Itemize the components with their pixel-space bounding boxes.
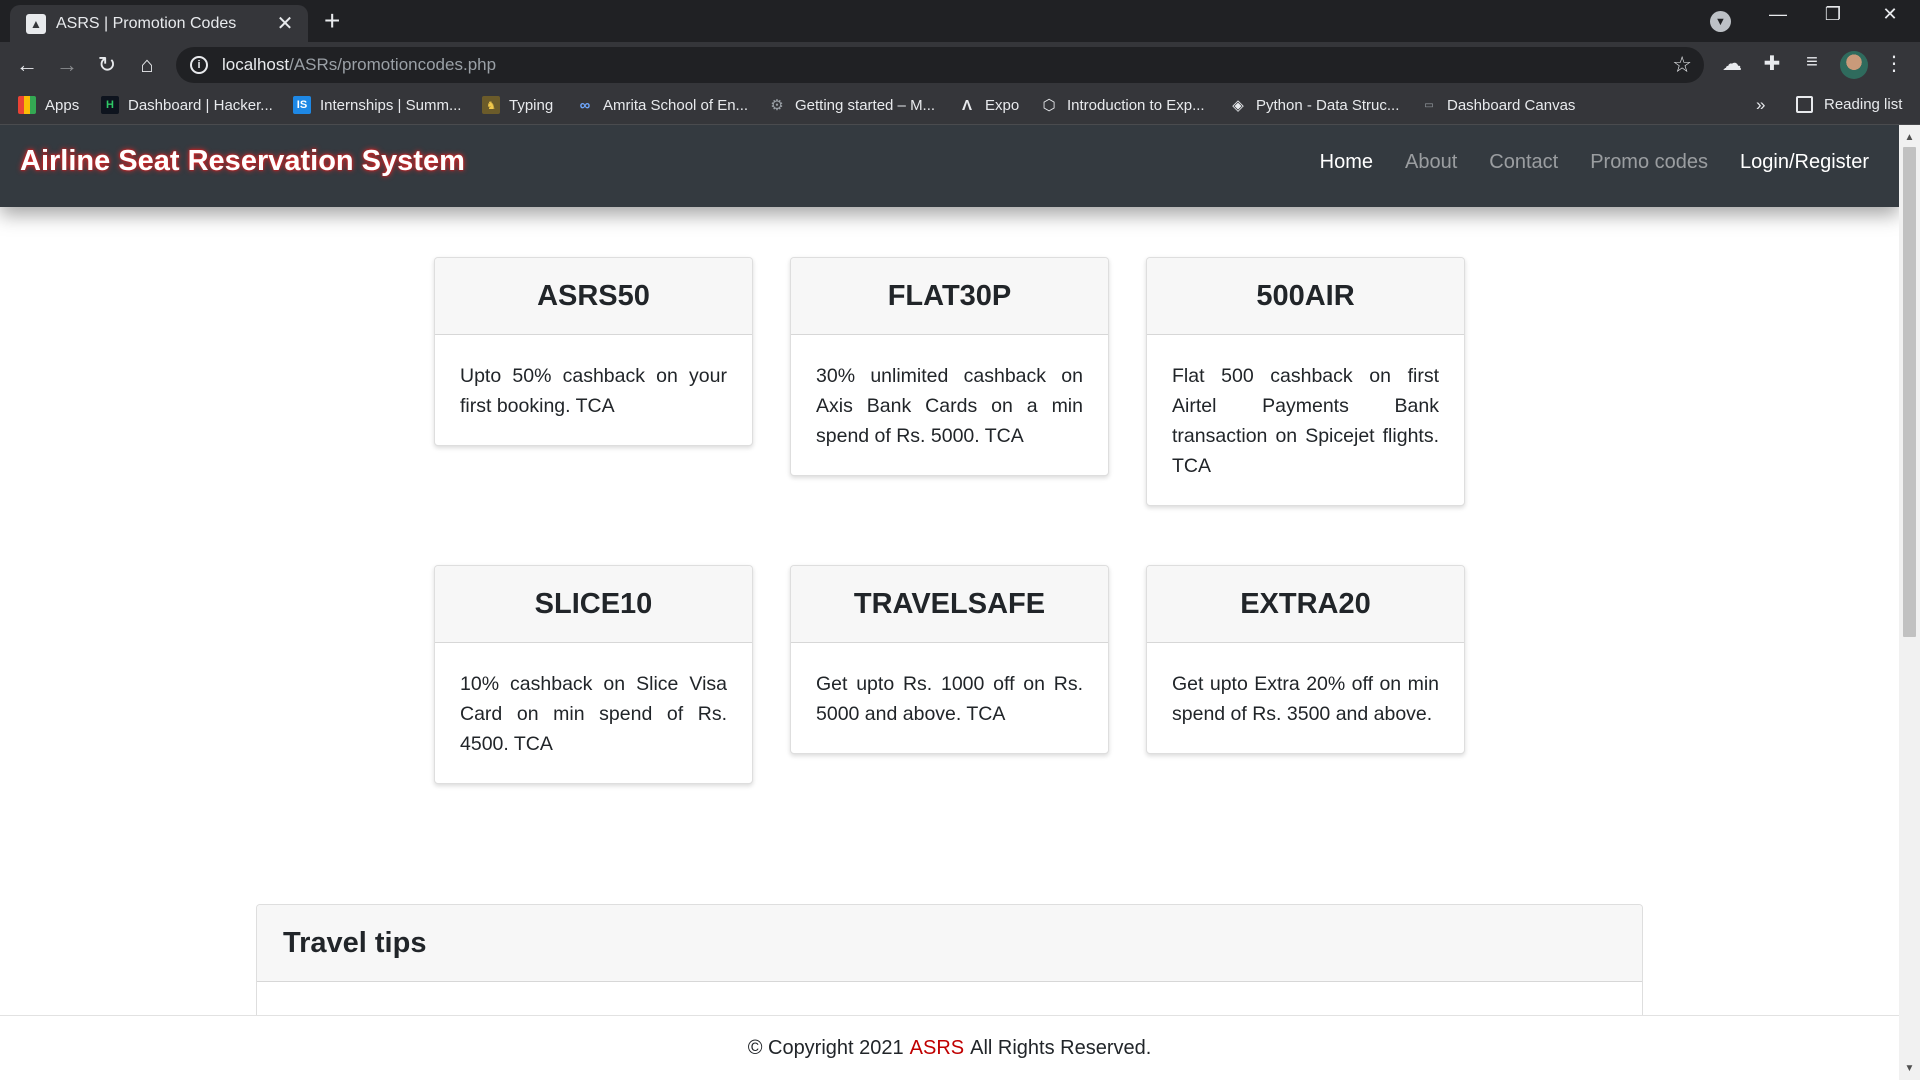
nav-links: Home About Contact Promo codes Login/Reg… [1288,151,1869,174]
site-info-icon[interactable]: i [190,56,208,74]
promo-code: 500AIR [1147,258,1464,335]
profile-avatar[interactable] [1840,51,1868,79]
bookmark-canvas[interactable]: ▭ Dashboard Canvas [1420,96,1575,114]
promo-description: 10% cashback on Slice Visa Card on min s… [460,673,727,755]
extensions-puzzle-icon[interactable]: ✚ [1758,51,1786,76]
bookmark-label: Typing [509,96,554,114]
site-brand[interactable]: Airline Seat Reservation System [20,145,465,178]
reading-list-icon [1796,96,1813,113]
hackerrank-icon: H [101,96,119,114]
extension-cloud-icon[interactable]: ☁ [1718,51,1746,76]
bookmark-star-icon[interactable]: ☆ [1672,52,1692,78]
promo-description: Upto 50% cashback on your first booking.… [460,365,727,417]
gear-icon: ⚙ [770,97,784,114]
apps-grid-icon [18,96,36,114]
bookmark-hackerrank[interactable]: H Dashboard | Hacker... [101,96,273,114]
nav-about[interactable]: About [1405,151,1457,174]
site-navbar: Airline Seat Reservation System Home Abo… [0,125,1899,207]
restore-icon[interactable]: ❐ [1813,4,1853,25]
promo-description: 30% unlimited cashback on Axis Bank Card… [816,365,1083,447]
promo-card: 500AIR Flat 500 cashback on first Airtel… [1146,257,1465,506]
expo-docs-icon: ⬡ [1042,97,1056,114]
amrita-icon: ∞ [579,96,591,114]
promo-description: Flat 500 cashback on first Airtel Paymen… [1172,365,1439,477]
promo-description: Get upto Rs. 1000 off on Rs. 5000 and ab… [816,673,1083,725]
bookmark-label: Python - Data Struc... [1256,96,1400,114]
canvas-icon: ▭ [1424,99,1434,111]
bookmark-label: Internships | Summ... [320,96,462,114]
tab-title: ASRS | Promotion Codes [56,14,237,32]
bookmark-expo[interactable]: Λ Expo [958,96,1019,114]
page-favicon-icon: ▲ [26,13,46,34]
nav-promo-codes[interactable]: Promo codes [1590,151,1708,174]
scrollbar-thumb[interactable] [1903,147,1916,637]
browser-tabstrip: ▲ ASRS | Promotion Codes ✕ + ▼ — ❐ ✕ [0,0,1920,42]
browser-tab[interactable]: ▲ ASRS | Promotion Codes ✕ [10,5,308,42]
promo-description: Get upto Extra 20% off on min spend of R… [1172,673,1439,725]
bookmark-amrita[interactable]: ∞ Amrita School of En... [576,96,748,114]
bookmark-label: Expo [985,96,1020,114]
close-window-icon[interactable]: ✕ [1870,4,1910,25]
address-bar[interactable]: i localhost/ASRs/promotioncodes.php ☆ [176,47,1704,83]
promo-card: TRAVELSAFE Get upto Rs. 1000 off on Rs. … [790,565,1109,754]
bookmark-apps[interactable]: Apps [18,96,79,114]
close-tab-icon[interactable]: ✕ [274,11,296,36]
reading-list-label: Reading list [1824,96,1903,113]
travel-tips-title: Travel tips [257,905,1642,982]
bookmark-internships[interactable]: IS Internships | Summ... [293,96,461,114]
python-icon: ◈ [1232,97,1244,114]
nav-contact[interactable]: Contact [1489,151,1558,174]
footer-copyright: © Copyright 2021 [747,1036,904,1059]
internshala-icon: IS [293,96,311,114]
more-bookmarks-icon[interactable]: » [1756,95,1765,115]
promo-card: EXTRA20 Get upto Extra 20% off on min sp… [1146,565,1465,754]
browser-menu-icon[interactable]: ⋮ [1880,51,1908,76]
promo-code: TRAVELSAFE [791,566,1108,643]
bookmark-label: Introduction to Exp... [1067,96,1205,114]
bookmark-label: Dashboard | Hacker... [128,96,273,114]
bookmark-label: Apps [45,96,80,114]
browser-toolbar: ← → ↻ ⌂ i localhost/ASRs/promotioncodes.… [0,42,1920,87]
page-scrollbar[interactable]: ▲ ▼ [1899,125,1920,1080]
bookmark-label: Amrita School of En... [603,96,749,114]
promo-code: EXTRA20 [1147,566,1464,643]
promo-card: FLAT30P 30% unlimited cashback on Axis B… [790,257,1109,476]
url-host: localhost [222,55,290,74]
nav-login-register[interactable]: Login/Register [1740,151,1869,174]
bookmark-intro-expo[interactable]: ⬡ Introduction to Exp... [1040,96,1205,115]
scroll-down-arrow-icon[interactable]: ▼ [1899,1058,1920,1078]
minimize-icon[interactable]: — [1758,4,1798,25]
promo-code: FLAT30P [791,258,1108,335]
expo-icon: Λ [961,96,972,114]
page-viewport: Airline Seat Reservation System Home Abo… [0,125,1899,1080]
bookmark-getting-started[interactable]: ⚙ Getting started – M... [768,96,936,115]
bookmark-python[interactable]: ◈ Python - Data Struc... [1229,96,1400,115]
bookmarks-bar: Apps H Dashboard | Hacker... IS Internsh… [0,87,1920,125]
footer-rights: All Rights Reserved. [970,1036,1152,1059]
promo-card: ASRS50 Upto 50% cashback on your first b… [434,257,753,446]
reload-icon[interactable]: ↻ [92,50,122,80]
nav-home[interactable]: Home [1320,151,1373,174]
scroll-up-arrow-icon[interactable]: ▲ [1899,127,1920,147]
reading-list-button[interactable]: Reading list [1796,96,1902,113]
site-footer: © Copyright 2021 ASRS All Rights Reserve… [0,1015,1899,1080]
forward-icon[interactable]: → [52,50,82,80]
back-icon[interactable]: ← [12,50,42,80]
bookmark-label: Getting started – M... [795,96,936,114]
tab-search-icon[interactable]: ▼ [1710,11,1731,32]
typing-icon: ♞ [482,96,500,114]
bookmark-label: Dashboard Canvas [1447,96,1576,114]
home-icon[interactable]: ⌂ [132,50,162,80]
promo-card: SLICE10 10% cashback on Slice Visa Card … [434,565,753,784]
bookmark-typing[interactable]: ♞ Typing [482,96,553,114]
promo-code: SLICE10 [435,566,752,643]
new-tab-button[interactable]: + [324,6,340,36]
footer-brand: ASRS [909,1036,965,1059]
url-path: /ASRs/promotioncodes.php [289,55,497,74]
media-playlist-icon[interactable]: ≡ [1798,51,1826,74]
promo-code: ASRS50 [435,258,752,335]
